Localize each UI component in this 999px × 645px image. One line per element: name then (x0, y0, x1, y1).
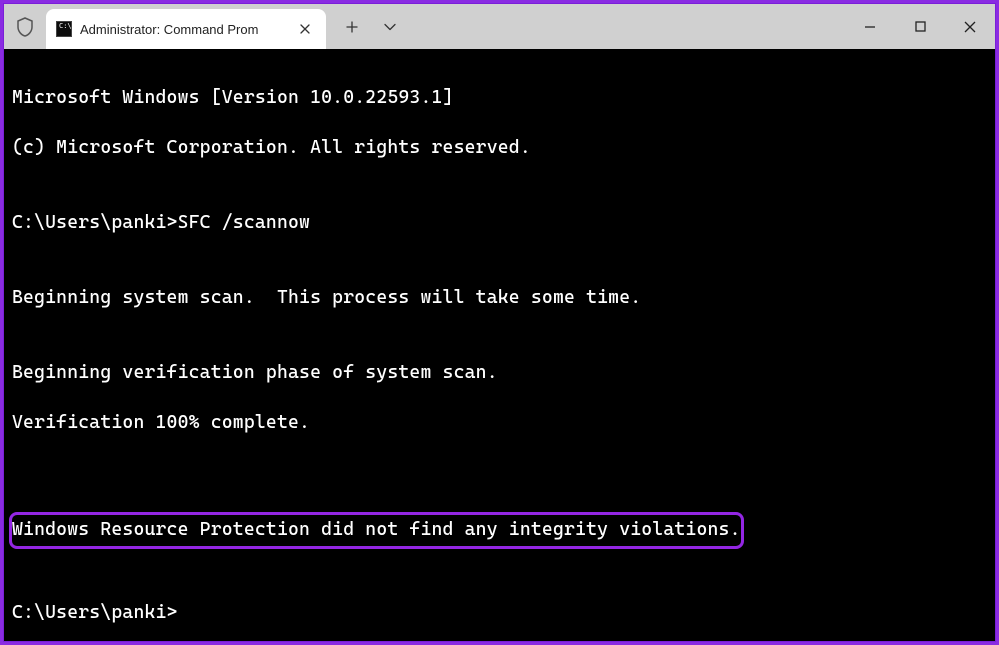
titlebar[interactable]: C:\ Administrator: Command Prom (4, 4, 995, 49)
terminal-result-line: Windows Resource Protection did not find… (12, 519, 741, 540)
window-frame: C:\ Administrator: Command Prom (3, 3, 996, 642)
terminal-prompt: C:\Users\panki> (12, 601, 987, 626)
cmd-icon: C:\ (56, 21, 72, 37)
tab-close-button[interactable] (296, 20, 314, 38)
tab-active[interactable]: C:\ Administrator: Command Prom (46, 9, 326, 49)
terminal-output[interactable]: Microsoft Windows [Version 10.0.22593.1]… (4, 49, 995, 641)
terminal-line: Beginning system scan. This process will… (12, 286, 987, 311)
terminal-blank (12, 461, 987, 486)
app-shield-icon (4, 17, 46, 37)
terminal-line: (c) Microsoft Corporation. All rights re… (12, 136, 987, 161)
tab-title: Administrator: Command Prom (80, 22, 288, 37)
terminal-blank (12, 551, 987, 576)
minimize-button[interactable] (845, 4, 895, 49)
terminal-prompt-line: C:\Users\panki>SFC /scannow (12, 211, 987, 236)
maximize-button[interactable] (895, 4, 945, 49)
terminal-line: Verification 100% complete. (12, 411, 987, 436)
terminal-line: Microsoft Windows [Version 10.0.22593.1] (12, 86, 987, 111)
close-button[interactable] (945, 4, 995, 49)
tab-dropdown-button[interactable] (380, 17, 400, 37)
new-tab-button[interactable] (342, 17, 362, 37)
highlighted-result: Windows Resource Protection did not find… (9, 512, 744, 549)
terminal-line: Beginning verification phase of system s… (12, 361, 987, 386)
